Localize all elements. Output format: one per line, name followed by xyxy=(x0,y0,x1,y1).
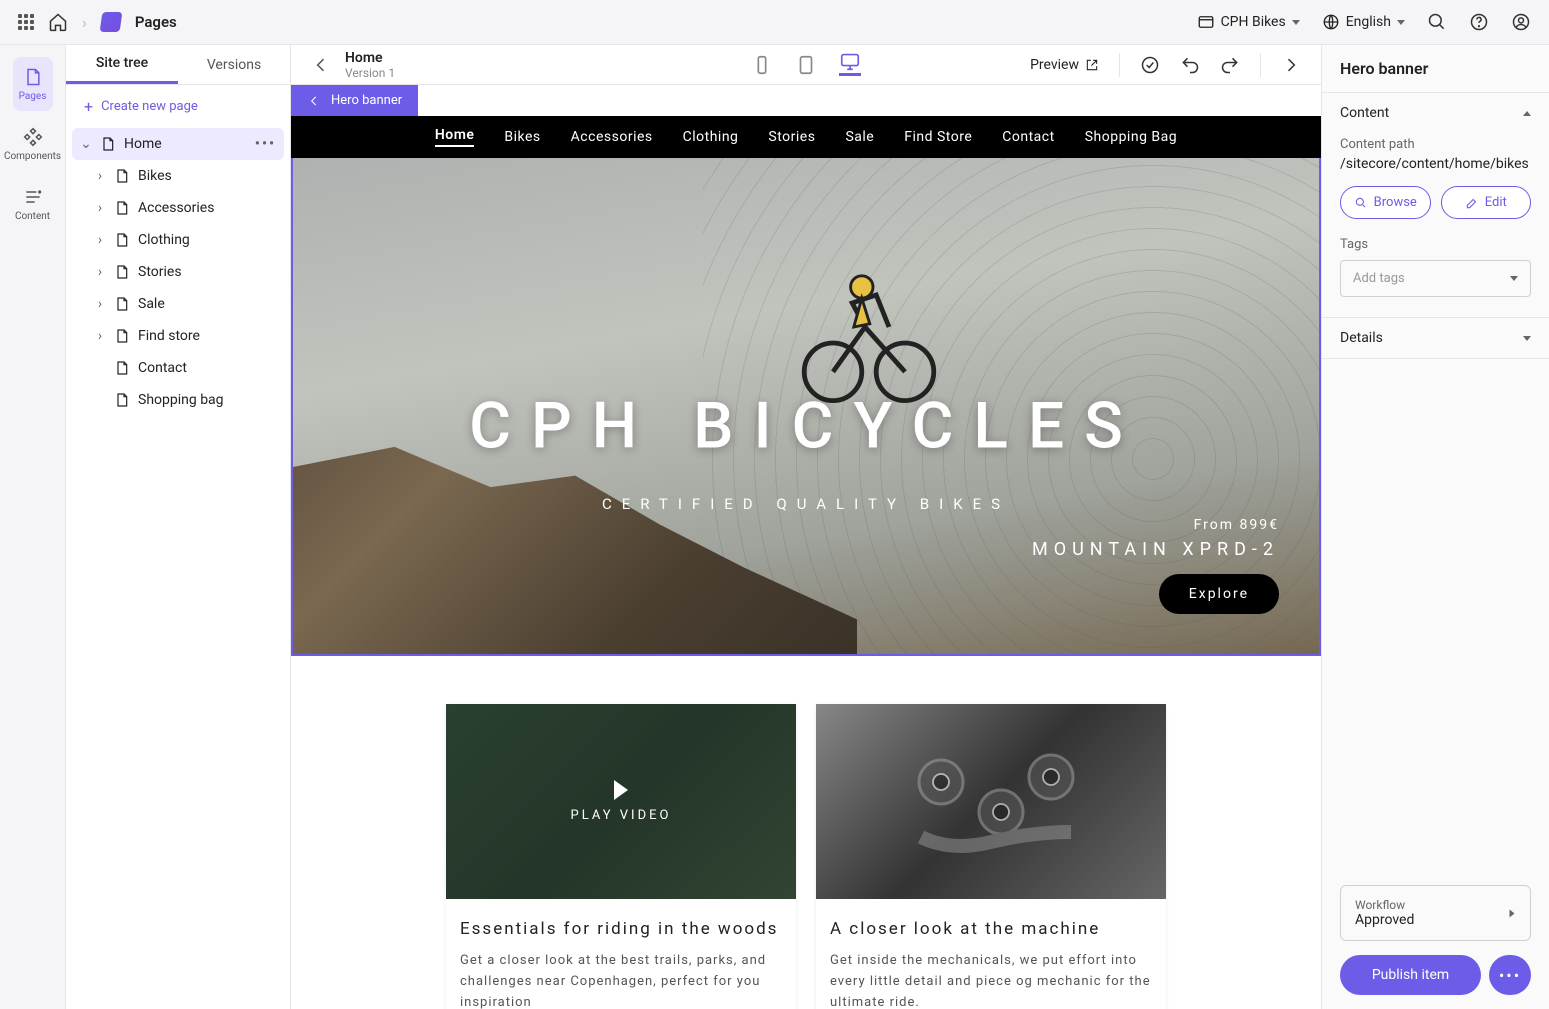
back-icon[interactable] xyxy=(311,55,331,75)
card-title: A closer look at the machine xyxy=(830,919,1152,939)
tree-item-home[interactable]: ⌄Home••• xyxy=(72,128,284,160)
nav-find-store[interactable]: Find Store xyxy=(904,129,972,145)
card-description: Get a closer look at the best trails, pa… xyxy=(460,951,782,1009)
section-details-header[interactable]: Details xyxy=(1322,318,1549,358)
rail-pages[interactable]: Pages xyxy=(13,57,53,111)
card-description: Get inside the mechanicals, we put effor… xyxy=(830,951,1152,1009)
edit-button[interactable]: Edit xyxy=(1441,186,1532,219)
tab-versions[interactable]: Versions xyxy=(178,45,290,84)
play-video-button[interactable]: PLAY VIDEO xyxy=(571,780,672,823)
preview-button[interactable]: Preview xyxy=(1030,57,1099,73)
card-image xyxy=(816,704,1166,899)
undo-icon[interactable] xyxy=(1180,55,1200,75)
hero-product-name: MOUNTAIN XPRD-2 xyxy=(1032,539,1279,560)
redo-icon[interactable] xyxy=(1220,55,1240,75)
tags-input[interactable]: Add tags xyxy=(1340,260,1531,297)
content-path-label: Content path xyxy=(1340,137,1531,152)
tree-item-find-store[interactable]: ›Find store xyxy=(72,320,284,352)
device-tablet-icon[interactable] xyxy=(795,54,817,76)
tree-item-bikes[interactable]: ›Bikes xyxy=(72,160,284,192)
language-selector[interactable]: English xyxy=(1322,13,1405,31)
nav-home[interactable]: Home xyxy=(435,127,475,147)
site-selector[interactable]: CPH Bikes xyxy=(1197,13,1300,31)
tree-item-shopping-bag[interactable]: Shopping bag xyxy=(72,384,284,416)
forward-icon[interactable] xyxy=(1281,55,1301,75)
rail-components[interactable]: Components xyxy=(13,117,53,171)
tree-item-stories[interactable]: ›Stories xyxy=(72,256,284,288)
home-icon[interactable] xyxy=(48,12,68,32)
hero-banner[interactable]: CPH BICYCLES CERTIFIED QUALITY BIKES Fro… xyxy=(291,158,1321,656)
panel-title: Hero banner xyxy=(1322,45,1549,93)
left-rail: Pages Components Content xyxy=(0,45,66,1009)
tree-item-contact[interactable]: Contact xyxy=(72,352,284,384)
hero-title: CPH BICYCLES xyxy=(469,388,1143,463)
nav-sale[interactable]: Sale xyxy=(845,129,874,145)
card-title: Essentials for riding in the woods xyxy=(460,919,782,939)
canvas: Home Version 1 Preview Hero banne xyxy=(291,45,1321,1009)
canvas-header: Home Version 1 Preview xyxy=(291,45,1321,85)
device-desktop-icon[interactable] xyxy=(839,54,861,76)
validate-icon[interactable] xyxy=(1140,55,1160,75)
nav-accessories[interactable]: Accessories xyxy=(571,129,653,145)
tree-item-sale[interactable]: ›Sale xyxy=(72,288,284,320)
rail-content[interactable]: Content xyxy=(13,177,53,231)
tags-label: Tags xyxy=(1340,237,1531,252)
page-name: Home xyxy=(345,50,395,66)
biker-illustration xyxy=(785,247,945,407)
nav-shopping-bag[interactable]: Shopping Bag xyxy=(1085,129,1177,145)
section-content-header[interactable]: Content xyxy=(1322,93,1549,133)
create-page-button[interactable]: +Create new page xyxy=(66,85,290,128)
search-icon[interactable] xyxy=(1427,12,1447,32)
component-crumb[interactable]: Hero banner xyxy=(291,85,418,116)
properties-panel: Hero banner Content Content path /siteco… xyxy=(1321,45,1549,1009)
device-mobile-icon[interactable] xyxy=(751,54,773,76)
browse-button[interactable]: Browse xyxy=(1340,186,1431,219)
page-version: Version 1 xyxy=(345,66,395,80)
content-path-value: /sitecore/content/home/bikes xyxy=(1340,156,1531,172)
nav-contact[interactable]: Contact xyxy=(1002,129,1054,145)
app-title: Pages xyxy=(135,13,177,31)
app-launcher-icon[interactable] xyxy=(18,14,34,30)
tree-panel: Site tree Versions +Create new page ⌄Hom… xyxy=(66,45,291,1009)
hero-price: From 899€ xyxy=(1032,517,1279,533)
hero-subtitle: CERTIFIED QUALITY BIKES xyxy=(602,495,1010,513)
content-card[interactable]: A closer look at the machine Get inside … xyxy=(816,704,1166,1009)
logo-icon xyxy=(99,12,122,32)
nav-stories[interactable]: Stories xyxy=(768,129,815,145)
tab-site-tree[interactable]: Site tree xyxy=(66,45,178,84)
content-card[interactable]: PLAY VIDEO Essentials for riding in the … xyxy=(446,704,796,1009)
tree-item-accessories[interactable]: ›Accessories xyxy=(72,192,284,224)
hero-cta-button[interactable]: Explore xyxy=(1159,574,1279,614)
publish-button[interactable]: Publish item xyxy=(1340,955,1481,995)
workflow-selector[interactable]: Workflow Approved xyxy=(1340,885,1531,941)
nav-clothing[interactable]: Clothing xyxy=(683,129,739,145)
help-icon[interactable] xyxy=(1469,12,1489,32)
publish-more-button[interactable]: ••• xyxy=(1489,955,1531,995)
card-image: PLAY VIDEO xyxy=(446,704,796,899)
account-icon[interactable] xyxy=(1511,12,1531,32)
topbar: › Pages CPH Bikes English xyxy=(0,0,1549,45)
tree-item-clothing[interactable]: ›Clothing xyxy=(72,224,284,256)
site-nav: Home Bikes Accessories Clothing Stories Sale F… xyxy=(291,116,1321,158)
nav-bikes[interactable]: Bikes xyxy=(504,129,540,145)
